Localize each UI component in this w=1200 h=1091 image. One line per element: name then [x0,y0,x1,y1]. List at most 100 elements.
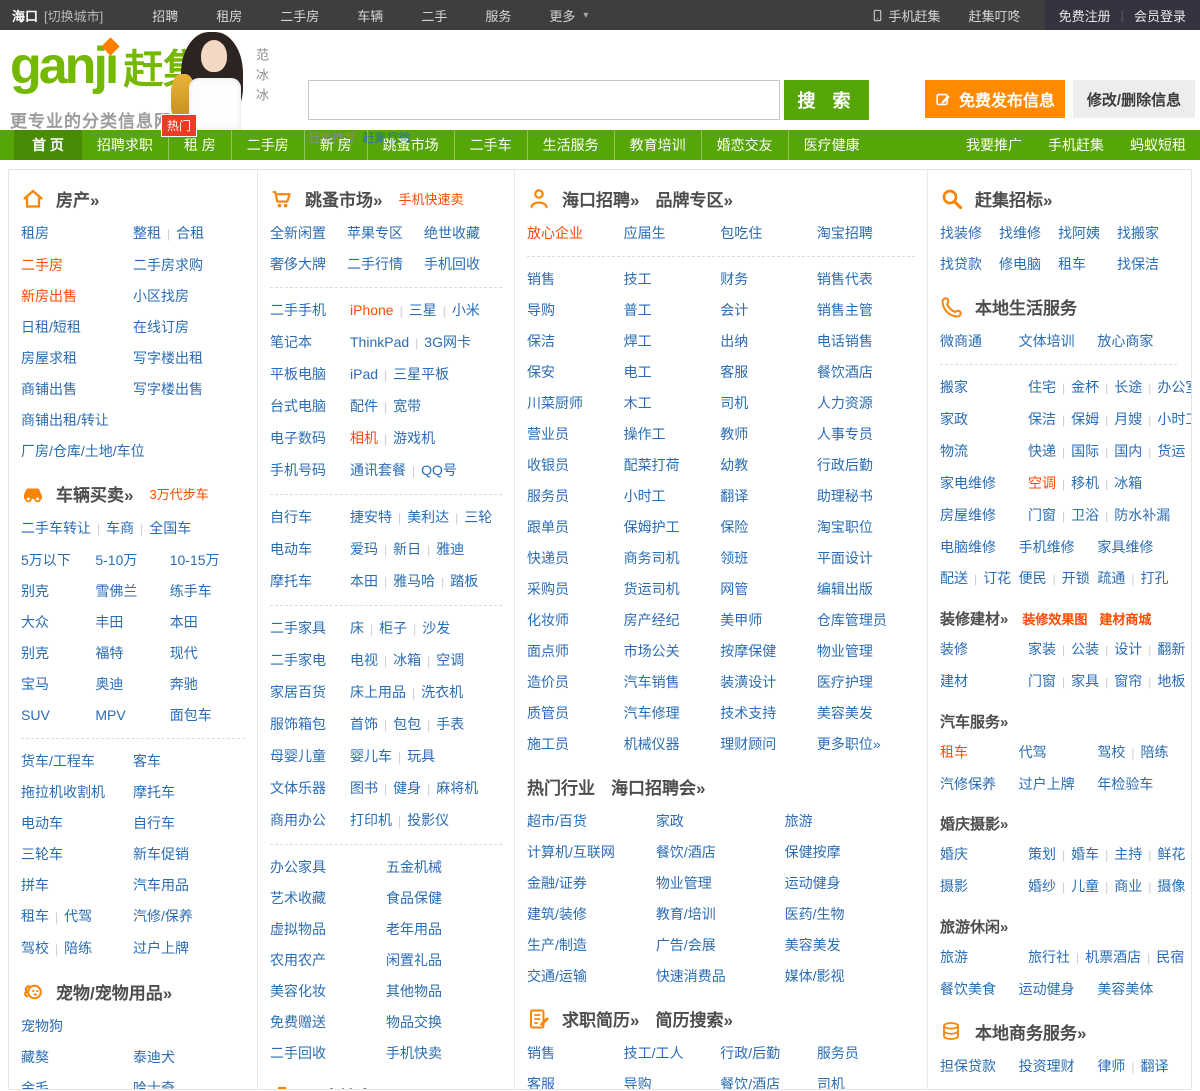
section-title[interactable]: 赶集招标» [975,186,1052,211]
category-link[interactable]: 找保洁 [1117,256,1159,272]
category-link[interactable]: 过户上牌 [1019,776,1075,792]
category-link[interactable]: 技工 [624,271,652,287]
category-link[interactable]: 电动车 [270,541,312,557]
category-link[interactable]: 采购员 [527,581,569,597]
category-link[interactable]: 二手回收 [270,1045,326,1061]
category-link[interactable]: 新房出售 [21,288,77,304]
category-link[interactable]: 丰田 [95,614,123,630]
category-link[interactable]: 美容美发 [817,705,873,721]
category-link[interactable]: 厂房/仓库/土地/车位 [21,443,145,459]
category-link[interactable]: 跟单员 [527,519,569,535]
category-link[interactable]: 摩托车 [133,784,175,800]
topbar-link[interactable]: 二手 [421,6,447,25]
category-link[interactable]: 美容化妆 [270,983,326,999]
category-link[interactable]: 配送 [940,570,968,586]
category-link[interactable]: 家具 [1071,673,1099,689]
category-link[interactable]: 商用办公 [270,812,326,828]
section-title[interactable]: 本地商务服务» [975,1019,1086,1044]
category-link[interactable]: 客服 [527,1076,555,1089]
category-link[interactable]: 陪练 [64,940,92,956]
category-link[interactable]: 美利达 [407,509,449,525]
category-link[interactable]: 雅迪 [436,541,464,557]
nav-item[interactable]: 婚恋交友 [700,130,788,160]
category-link[interactable]: 美甲师 [720,612,762,628]
category-link[interactable]: 焊工 [624,333,652,349]
category-link[interactable]: 三轮 [464,509,492,525]
category-link[interactable]: 客服 [720,364,748,380]
category-link[interactable]: 仓库管理员 [817,612,887,628]
category-link[interactable]: 收银员 [527,457,569,473]
category-link[interactable]: 质管员 [527,705,569,721]
category-link[interactable]: 3G网卡 [424,334,471,350]
category-link[interactable]: 开锁 [1062,570,1090,586]
category-link[interactable]: 租车 [21,908,49,924]
category-link[interactable]: 生产/制造 [527,937,587,953]
category-link[interactable]: 快递 [1028,443,1056,459]
category-link[interactable]: 电话销售 [817,333,873,349]
category-link[interactable]: 装修 [940,641,968,657]
category-link[interactable]: 助理秘书 [817,488,873,504]
category-link[interactable]: 别克 [21,645,49,661]
category-link[interactable]: 电动车 [21,815,63,831]
sub-section-title[interactable]: 婚庆摄影» [940,813,1008,834]
category-link[interactable]: 二手房 [21,257,63,273]
section-title[interactable]: 宠物/宠物用品» [56,979,172,1004]
category-link[interactable]: 电脑维修 [940,539,996,555]
category-link[interactable]: 奔驰 [170,676,198,692]
category-link[interactable]: 配菜打荷 [624,457,680,473]
category-link[interactable]: 货运司机 [624,581,680,597]
category-link[interactable]: 练手车 [170,583,212,599]
category-link[interactable]: 10-15万 [170,552,220,568]
category-link[interactable]: 手机号码 [270,462,326,478]
category-link[interactable]: 金毛 [21,1080,49,1089]
category-link[interactable]: 市场公关 [624,643,680,659]
category-link[interactable]: 卫浴 [1071,507,1099,523]
category-link[interactable]: 网管 [720,581,748,597]
category-link[interactable]: 建材商城 [1099,609,1151,628]
category-link[interactable]: 快速消费品 [656,968,726,984]
category-link[interactable]: 日租/短租 [21,319,81,335]
category-link[interactable]: 5万以下 [21,552,71,568]
category-link[interactable]: 麻将机 [436,780,478,796]
category-link[interactable]: 施工员 [527,736,569,752]
category-link[interactable]: 旅行社 [1028,949,1070,965]
category-link[interactable]: 医疗护理 [817,674,873,690]
category-link[interactable]: 老年用品 [386,921,442,937]
category-link[interactable]: 交通/运输 [527,968,587,984]
category-link[interactable]: 淘宝职位 [817,519,873,535]
category-link[interactable]: 摄像 [1157,878,1185,894]
category-link[interactable]: 绝世收藏 [424,225,480,241]
category-link[interactable]: 汽车修理 [624,705,680,721]
category-link[interactable]: 儿童 [1071,878,1099,894]
category-link[interactable]: 金融/证券 [527,875,587,891]
category-link[interactable]: 建筑/装修 [527,906,587,922]
category-link[interactable]: 人力资源 [817,395,873,411]
category-link[interactable]: 手机快卖 [386,1045,442,1061]
category-link[interactable]: 翻译 [720,488,748,504]
category-link[interactable]: 租房 [21,225,49,241]
category-link[interactable]: 保洁 [527,333,555,349]
category-link[interactable]: 手机快速卖 [398,189,463,208]
category-link[interactable]: 领班 [720,550,748,566]
category-link[interactable]: 三星平板 [393,366,449,382]
category-link[interactable]: 福特 [95,645,123,661]
category-link[interactable]: 操作工 [624,426,666,442]
nav-right-item[interactable]: 手机赶集 [1048,135,1104,155]
category-link[interactable]: 国际 [1071,443,1099,459]
category-link[interactable]: 新日 [393,541,421,557]
category-link[interactable]: 图书 [350,780,378,796]
category-link[interactable]: 月嫂 [1114,411,1142,427]
category-link[interactable]: 台式电脑 [270,398,326,414]
category-link[interactable]: 导购 [624,1076,652,1089]
category-link[interactable]: 保健按摩 [785,844,841,860]
category-link[interactable]: 苹果专区 [347,225,403,241]
category-link[interactable]: 健身 [393,780,421,796]
category-link[interactable]: 家装 [1028,641,1056,657]
category-link[interactable]: 奢侈大牌 [270,256,326,272]
category-link[interactable]: 手表 [436,716,464,732]
category-link[interactable]: 二手家电 [270,652,326,668]
category-link[interactable]: 文体培训 [1019,333,1075,349]
nav-item[interactable]: 生活服务 [526,130,614,160]
category-link[interactable]: 门窗 [1028,673,1056,689]
category-link[interactable]: 装潢设计 [720,674,776,690]
